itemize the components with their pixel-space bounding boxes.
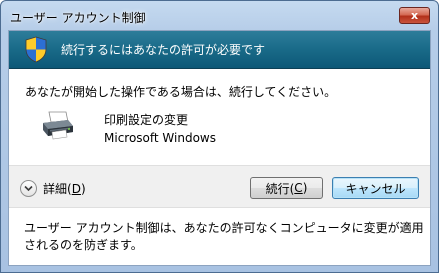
dialog-client-area: 続行するにはあなたの許可が必要です あなたが開始した操作である場合は、続行してく… <box>8 30 431 266</box>
details-label: 詳細(D) <box>43 181 86 196</box>
cancel-button[interactable]: キャンセル <box>332 177 419 199</box>
chevron-down-icon <box>20 179 37 197</box>
shield-icon <box>25 36 47 63</box>
button-bar: 詳細(D) 続行(C) キャンセル <box>9 165 430 208</box>
warning-banner: 続行するにはあなたの許可が必要です <box>9 31 430 68</box>
program-publisher: Microsoft Windows <box>104 131 216 145</box>
uac-dialog-window: ユーザー アカウント制御 x 続行するにはあなたの許可が必要です あなたが開始し… <box>0 0 439 273</box>
window-title: ユーザー アカウント制御 <box>10 11 146 25</box>
close-button[interactable]: x <box>399 7 430 24</box>
details-toggle[interactable]: 詳細(D) <box>20 179 86 197</box>
close-icon: x <box>410 9 419 22</box>
program-name: 印刷設定の変更 <box>104 113 189 127</box>
footer-note: ユーザー アカウント制御は、あなたの許可なくコンピュータに変更が適用されるのを防… <box>24 221 424 252</box>
banner-divider <box>9 68 430 69</box>
continue-button[interactable]: 続行(C) <box>250 177 323 199</box>
printer-icon <box>43 111 73 140</box>
description-text: あなたが開始した操作である場合は、続行してください。 <box>25 85 337 99</box>
banner-message: 続行するにはあなたの許可が必要です <box>61 43 266 57</box>
title-bar[interactable]: ユーザー アカウント制御 x <box>1 1 438 31</box>
